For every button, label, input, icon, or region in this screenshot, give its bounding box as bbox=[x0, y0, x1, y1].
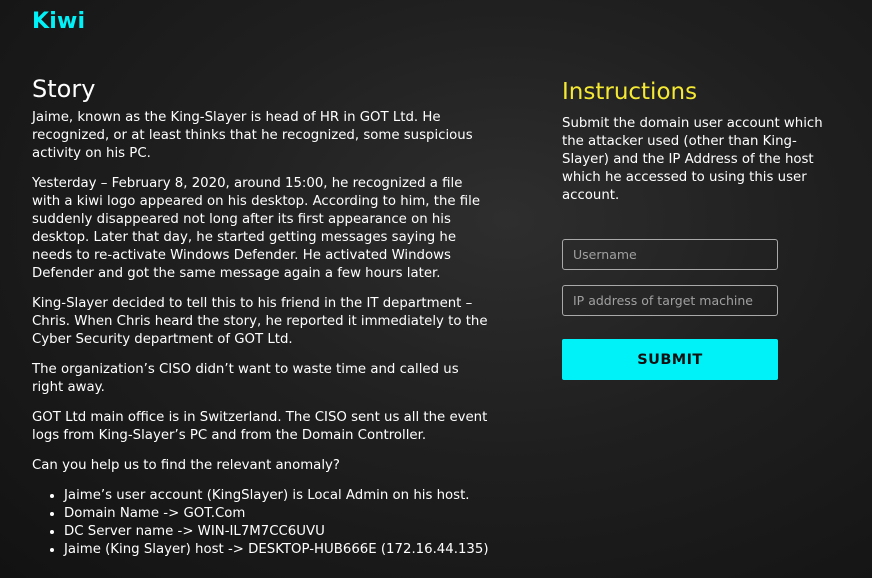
story-paragraph: GOT Ltd main office is in Switzerland. T… bbox=[32, 410, 488, 443]
ip-address-input[interactable] bbox=[562, 285, 778, 316]
list-item: Domain Name -> GOT.Com bbox=[64, 505, 490, 523]
list-item: Jaime’s user account (KingSlayer) is Loc… bbox=[64, 487, 490, 505]
instructions-section: Instructions Submit the domain user acco… bbox=[562, 77, 832, 205]
story-paragraph: King-Slayer decided to tell this to his … bbox=[32, 296, 488, 347]
instructions-text: Submit the domain user account which the… bbox=[562, 116, 823, 203]
story-section: Story Jaime, known as the King-Slayer is… bbox=[32, 73, 490, 559]
story-paragraph: Yesterday – February 8, 2020, around 15:… bbox=[32, 176, 481, 281]
story-title: Story bbox=[32, 75, 96, 103]
story-paragraph: Jaime, known as the King-Slayer is head … bbox=[32, 110, 473, 161]
list-item: DC Server name -> WIN-IL7M7CC6UVU bbox=[64, 523, 490, 541]
list-item: Jaime (King Slayer) host -> DESKTOP-HUB6… bbox=[64, 541, 490, 559]
story-paragraph: The organization’s CISO didn’t want to w… bbox=[32, 362, 459, 395]
instructions-title: Instructions bbox=[562, 79, 698, 105]
username-input[interactable] bbox=[562, 239, 778, 270]
facts-list: Jaime’s user account (KingSlayer) is Loc… bbox=[32, 487, 490, 559]
submit-button[interactable]: SUBMIT bbox=[562, 339, 778, 380]
story-paragraph: Can you help us to find the relevant ano… bbox=[32, 458, 340, 473]
kiwi-logo[interactable]: Kiwi bbox=[32, 9, 85, 34]
